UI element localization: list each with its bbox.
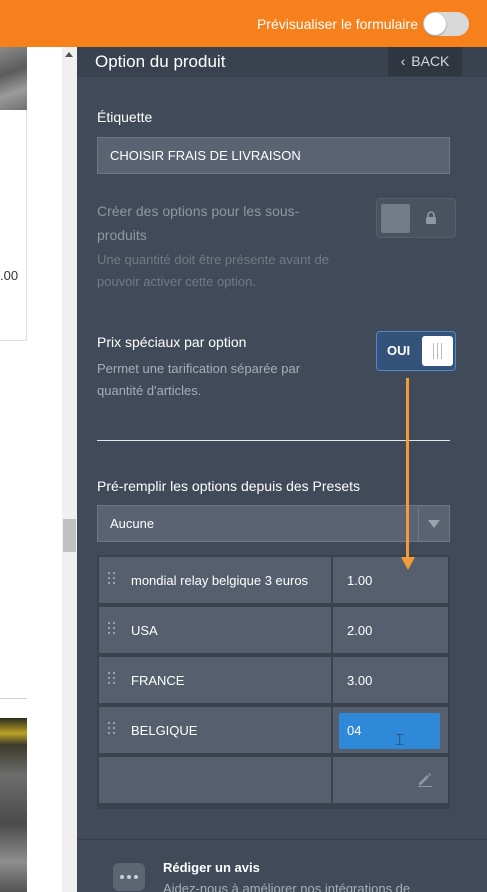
background-price: .00 — [0, 268, 19, 283]
preview-toggle[interactable] — [423, 12, 469, 36]
label-field-title: Étiquette — [97, 109, 153, 125]
panel-title: Option du produit — [95, 52, 226, 71]
page: Prévisualiser le formulaire .00 Option d… — [0, 0, 487, 892]
scrollbar[interactable] — [62, 47, 77, 892]
chat-bubble-icon — [113, 863, 145, 891]
product-image-top — [0, 47, 27, 110]
annotation-arrow — [406, 378, 409, 564]
product-option-panel: Option du produit ‹ BACK Étiquette CHOISI… — [77, 47, 487, 892]
option-price-cell[interactable]: 3.00 — [333, 657, 448, 703]
lock-icon — [425, 211, 437, 227]
presets-title: Pré-remplir les options depuis des Prese… — [97, 478, 361, 494]
drag-handle-icon[interactable] — [108, 572, 116, 588]
panel-header: Option du produit ‹ BACK — [77, 47, 487, 77]
toggle-knob — [381, 204, 410, 233]
option-price: 3.00 — [347, 673, 373, 688]
top-bar: Prévisualiser le formulaire — [0, 0, 487, 47]
special-prices-description: Permet une tarification séparée par quan… — [97, 361, 301, 398]
dropdown-caret-icon[interactable] — [428, 520, 440, 528]
select-separator — [418, 506, 419, 541]
option-name-cell[interactable]: FRANCE — [99, 657, 331, 703]
section-divider — [97, 440, 450, 441]
card-border-bottom — [0, 340, 27, 341]
option-price-cell[interactable]: 1.00 — [333, 557, 448, 603]
special-prices-title: Prix spéciaux par option — [97, 334, 247, 350]
review-description: Aidez-nous à améliorer nos intégrations … — [163, 881, 411, 892]
back-button[interactable]: ‹ BACK — [388, 47, 462, 76]
option-name: BELGIQUE — [131, 723, 198, 738]
presets-selected-value: Aucune — [110, 516, 155, 531]
scrollbar-thumb[interactable] — [63, 519, 76, 552]
sub-options-title: Créer des options pour les sous-produits — [97, 203, 300, 243]
product-image-bottom — [0, 718, 27, 892]
back-label: BACK — [411, 53, 450, 69]
new-option-price-cell[interactable] — [333, 757, 448, 803]
preview-label: Prévisualiser le formulaire — [256, 16, 418, 32]
option-price-input[interactable]: 04 ⌶ — [339, 713, 440, 749]
option-price: 2.00 — [347, 623, 373, 638]
drag-handle-icon[interactable] — [108, 672, 116, 688]
presets-select[interactable]: Aucune — [97, 505, 450, 542]
pencil-icon[interactable] — [417, 771, 433, 792]
toggle-on-label: OUI — [387, 343, 411, 358]
scroll-up-arrow-icon[interactable] — [65, 52, 73, 57]
toggle-grip-icon — [422, 336, 453, 366]
option-row: FRANCE 3.00 — [97, 655, 450, 703]
label-input[interactable]: CHOISIR FRAIS DE LIVRAISON — [97, 137, 450, 174]
option-name: FRANCE — [131, 673, 185, 688]
option-price: 1.00 — [347, 573, 373, 588]
option-price: 04 — [347, 723, 362, 738]
annotation-arrow-head — [401, 557, 415, 570]
text-cursor-icon: ⌶ — [395, 732, 405, 749]
background-divider — [0, 698, 27, 699]
sub-options-description: Une quantité doit être présente avant de… — [97, 252, 329, 289]
option-price-cell[interactable]: 2.00 — [333, 607, 448, 653]
option-row: USA 2.00 — [97, 605, 450, 653]
chevron-left-icon: ‹ — [400, 53, 406, 69]
option-name-cell[interactable]: mondial relay belgique 3 euros — [99, 557, 331, 603]
toggle-knob — [424, 13, 446, 35]
options-table: mondial relay belgique 3 euros 1.00 USA … — [97, 555, 450, 809]
special-prices-toggle[interactable]: OUI — [376, 331, 456, 371]
option-price-cell: 04 ⌶ — [333, 707, 448, 753]
option-row: BELGIQUE 04 ⌶ — [97, 705, 450, 753]
sub-options-toggle — [376, 198, 456, 238]
drag-handle-icon[interactable] — [108, 722, 116, 738]
card-border — [26, 110, 27, 340]
drag-handle-icon[interactable] — [108, 622, 116, 638]
review-title[interactable]: Rédiger un avis — [163, 860, 260, 875]
option-name-cell[interactable]: BELGIQUE — [99, 707, 331, 753]
option-name: USA — [131, 623, 158, 638]
option-name: mondial relay belgique 3 euros — [131, 573, 309, 588]
option-name-cell[interactable]: USA — [99, 607, 331, 653]
footer-divider — [77, 839, 487, 840]
new-option-row — [97, 755, 450, 803]
new-option-name-cell[interactable] — [99, 757, 331, 803]
option-row: mondial relay belgique 3 euros 1.00 — [97, 555, 450, 603]
form-preview-background: .00 — [0, 47, 62, 892]
